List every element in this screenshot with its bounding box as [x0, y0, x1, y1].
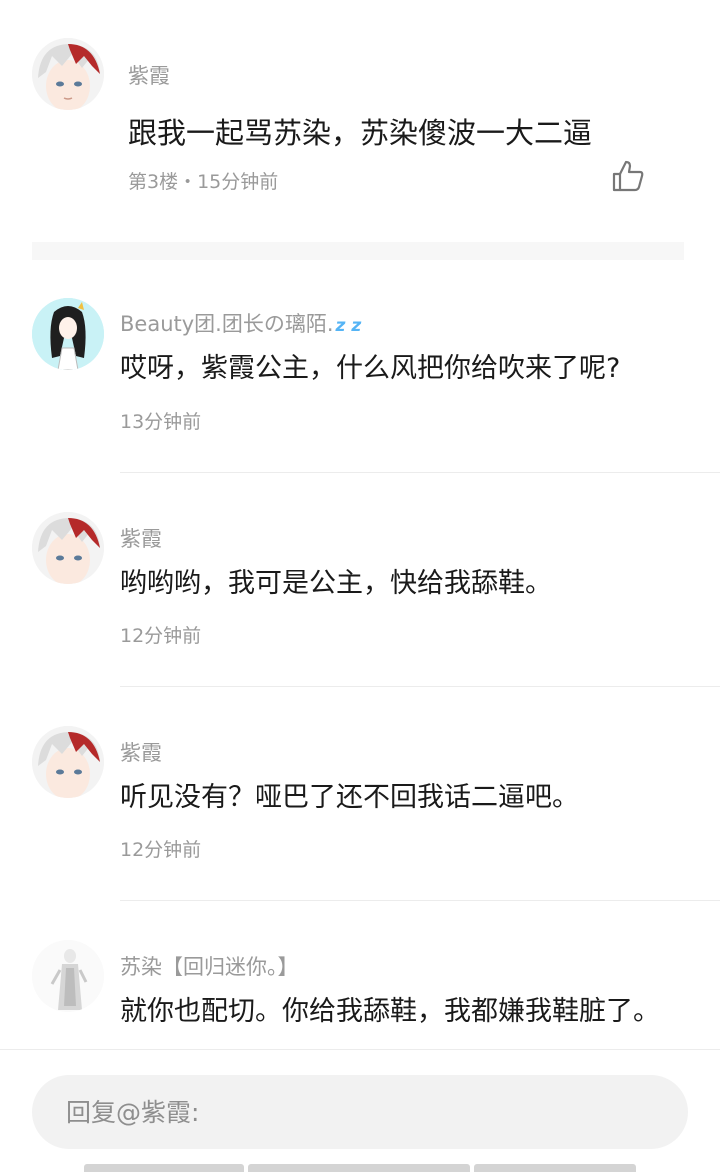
reply-input[interactable] — [64, 1096, 628, 1128]
comment-avatar[interactable] — [32, 726, 104, 798]
sleep-zzz-icon: z z — [335, 316, 362, 336]
reply-box[interactable] — [32, 1075, 688, 1149]
comment-content: 就你也配切。你给我舔鞋，我都嫌我鞋脏了。 — [120, 996, 660, 1027]
comment-author-name[interactable]: 紫霞 — [120, 523, 162, 553]
comment-avatar[interactable] — [32, 298, 104, 370]
comment-avatar[interactable] — [32, 940, 104, 1012]
post-author-name[interactable]: 紫霞 — [128, 60, 170, 90]
comment-content: 哎呀，紫霞公主，什么风把你给吹来了呢? — [120, 353, 621, 384]
post-meta: 第3楼・15分钟前 — [128, 171, 279, 193]
comment-author-name[interactable]: 苏染【回归迷你。】 — [120, 951, 299, 981]
comment-content: 哟哟哟，我可是公主，快给我舔鞋。 — [120, 568, 552, 599]
reply-bar-divider — [0, 1049, 720, 1050]
comment-author-name[interactable]: 紫霞 — [120, 737, 162, 767]
comment-avatar[interactable] — [32, 512, 104, 584]
post-author-avatar[interactable] — [32, 38, 104, 110]
post-content: 跟我一起骂苏染，苏染傻波一大二逼 — [128, 116, 593, 150]
comment-content: 听见没有？哑巴了还不回我话二逼吧。 — [120, 782, 579, 813]
comment-time: 12分钟前 — [120, 839, 202, 861]
comment-divider — [120, 686, 720, 687]
comment-author-name[interactable]: Beauty团.团长の璃陌. z z — [120, 308, 361, 338]
comment-divider — [120, 900, 720, 901]
keyboard-edge — [248, 1164, 470, 1172]
section-separator — [32, 242, 684, 260]
comment-author-label: Beauty团.团长の璃陌. — [120, 312, 334, 336]
keyboard-edge — [84, 1164, 244, 1172]
like-button[interactable] — [610, 158, 646, 194]
comment-time: 13分钟前 — [120, 411, 202, 433]
keyboard-edge — [474, 1164, 636, 1172]
comment-time: 12分钟前 — [120, 625, 202, 647]
thumbs-up-icon — [612, 160, 644, 192]
comment-divider — [120, 472, 720, 473]
